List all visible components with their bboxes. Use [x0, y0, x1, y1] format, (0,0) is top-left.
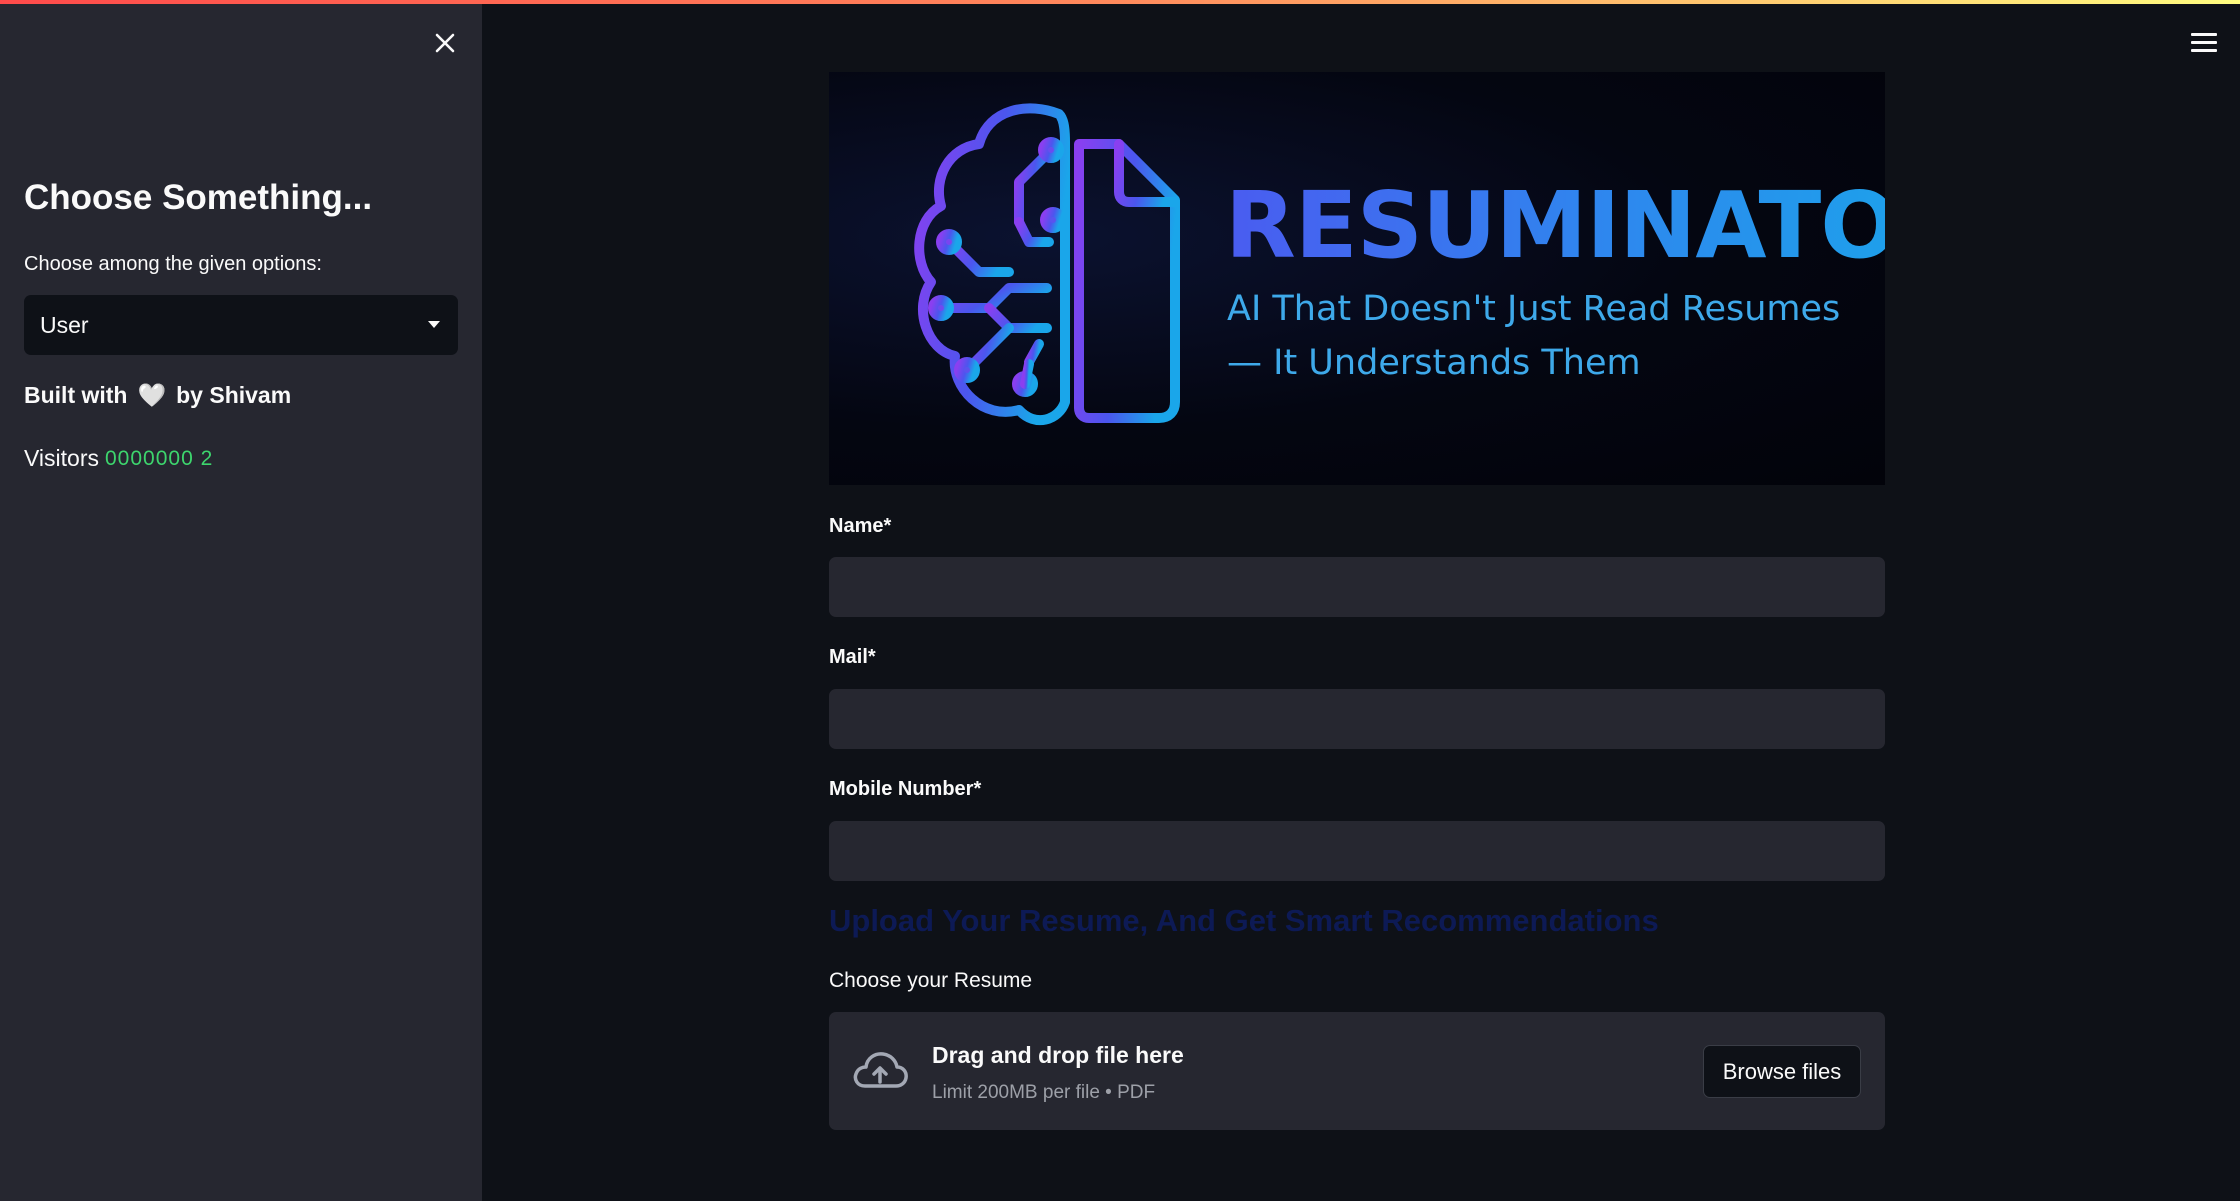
- brand-tagline: AI That Doesn't Just Read Resumes — It U…: [1227, 289, 1841, 383]
- close-icon: [435, 33, 455, 53]
- mobile-label: Mobile Number*: [829, 778, 982, 800]
- brand-title: RESUMINATOR: [1225, 180, 1885, 272]
- hero-banner: RESUMINATOR AI That Doesn't Just Read Re…: [829, 72, 1885, 485]
- top-decoration-bar: [0, 0, 2240, 4]
- name-label: Name*: [829, 515, 892, 537]
- visitor-counter: Visitors 0000000 2: [24, 445, 213, 472]
- upload-heading: Upload Your Resume, And Get Smart Recomm…: [829, 903, 1659, 938]
- built-suffix: by Shivam: [176, 382, 292, 408]
- heart-icon: 🤍: [137, 382, 167, 408]
- visitors-count: 0000000 2: [105, 446, 214, 470]
- cloud-upload-icon: [853, 1052, 908, 1088]
- sidebar: Choose Something... Choose among the giv…: [0, 0, 482, 1201]
- mobile-input[interactable]: [829, 821, 1885, 881]
- resume-label: Choose your Resume: [829, 969, 1033, 992]
- built-prefix: Built with: [24, 382, 128, 408]
- mail-input[interactable]: [829, 689, 1885, 749]
- browse-files-button[interactable]: Browse files: [1703, 1045, 1861, 1098]
- brain-document-logo-icon: [914, 103, 1180, 425]
- sidebar-title: Choose Something...: [24, 178, 373, 217]
- visitors-label: Visitors: [24, 445, 99, 471]
- dropzone-title: Drag and drop file here: [932, 1042, 1184, 1068]
- chevron-down-icon: [428, 321, 440, 328]
- role-select-value: User: [40, 311, 89, 338]
- built-with-credit: Built with 🤍 by Shivam: [24, 382, 291, 409]
- mail-label: Mail*: [829, 646, 876, 668]
- main-menu-button[interactable]: [2186, 24, 2222, 60]
- dropzone-limit: Limit 200MB per file • PDF: [932, 1082, 1156, 1103]
- close-sidebar-button[interactable]: [428, 26, 462, 60]
- resume-dropzone[interactable]: Drag and drop file here Limit 200MB per …: [829, 1012, 1885, 1130]
- select-label: Choose among the given options:: [24, 253, 322, 275]
- hamburger-menu-icon: [2191, 32, 2217, 36]
- role-select[interactable]: User: [24, 295, 458, 355]
- name-input[interactable]: [829, 557, 1885, 617]
